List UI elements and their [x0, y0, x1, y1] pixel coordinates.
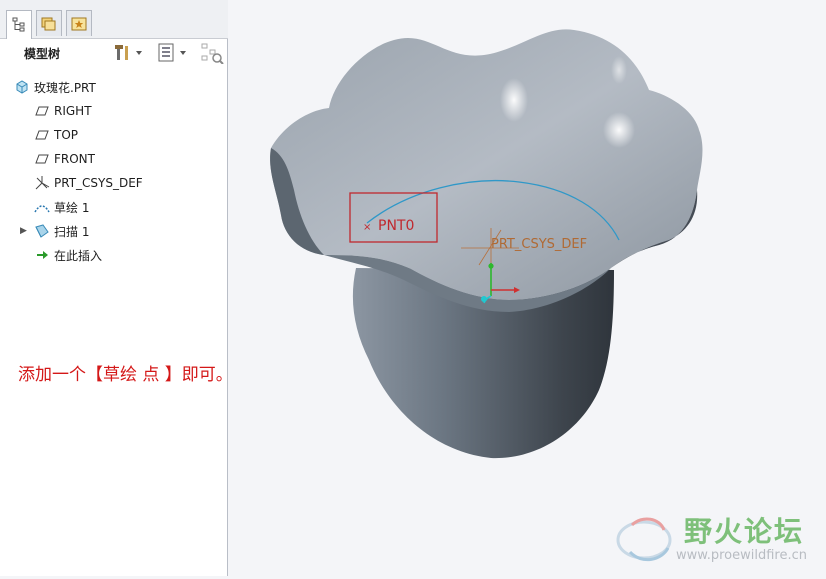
tree-item-front[interactable]: FRONT — [34, 148, 95, 170]
tree-item-label: PRT_CSYS_DEF — [54, 176, 143, 190]
csys-icon — [34, 175, 50, 191]
annotation-text: 添加一个【草绘 点 】即可。 — [18, 365, 233, 385]
tree-item-sweep[interactable]: ▶ 扫描 1 — [20, 220, 89, 242]
model-highlight — [611, 56, 627, 84]
tree-toolbar: 模型树 — [0, 39, 228, 69]
datum-plane-icon — [34, 151, 50, 167]
watermark-url: www.proewildfire.cn — [676, 548, 807, 563]
tab-favorites[interactable] — [66, 10, 92, 36]
datum-plane-icon — [34, 103, 50, 119]
forum-watermark: 野火论坛 www.proewildfire.cn — [612, 510, 824, 574]
favorites-icon — [71, 17, 87, 30]
tree-item-label: 草绘 1 — [54, 200, 90, 215]
tree-item-csys[interactable]: PRT_CSYS_DEF — [34, 172, 143, 194]
navigator-tabs — [0, 0, 228, 39]
tree-item-label: 在此插入 — [54, 248, 103, 263]
model-view[interactable]: PRT_CSYS_DEF × PNT0 — [229, 0, 826, 576]
datum-plane-icon — [34, 127, 50, 143]
model-tree-icon — [12, 17, 25, 32]
tree-item-label: FRONT — [54, 152, 95, 166]
tools-icon — [115, 45, 142, 60]
tab-model-tree[interactable] — [6, 10, 32, 39]
insert-arrow-icon — [34, 247, 50, 263]
model-inner-surface — [270, 29, 703, 300]
graphics-viewport[interactable]: PRT_CSYS_DEF × PNT0 — [229, 0, 826, 576]
point-marker-icon: × — [363, 222, 371, 233]
tree-item-label: TOP — [54, 128, 79, 142]
settings-button[interactable] — [114, 42, 144, 64]
tree-item-root-part[interactable]: 玫瑰花.PRT — [14, 76, 96, 98]
sketch-icon — [34, 199, 50, 215]
model-tree-panel: 模型树 玫瑰花.PRT RIGHT TOP FRONT PRT_CSYS_DEF… — [0, 0, 233, 576]
csys-label: PRT_CSYS_DEF — [491, 237, 587, 252]
model-highlight — [500, 78, 528, 122]
tree-item-right[interactable]: RIGHT — [34, 100, 92, 122]
tree-item-label: RIGHT — [54, 104, 92, 118]
show-button[interactable] — [157, 42, 189, 64]
model-tree-title: 模型树 — [24, 47, 61, 61]
tree-item-sketch[interactable]: 草绘 1 — [34, 196, 89, 218]
tree-item-top[interactable]: TOP — [34, 124, 78, 146]
list-icon — [158, 43, 186, 62]
filter-button[interactable] — [200, 42, 224, 64]
tab-folder-browser[interactable] — [36, 10, 62, 36]
model-highlight — [603, 112, 635, 148]
folder-browser-icon — [41, 17, 56, 30]
watermark-logo-icon — [616, 517, 672, 562]
watermark-title: 野火论坛 — [684, 515, 805, 548]
part-icon — [14, 79, 30, 95]
tree-item-insert-here[interactable]: 在此插入 — [34, 244, 102, 266]
expand-arrow-icon[interactable]: ▶ — [20, 226, 30, 236]
point-label: PNT0 — [378, 218, 414, 234]
tree-item-label: 扫描 1 — [54, 224, 90, 239]
tree-item-label: 玫瑰花.PRT — [34, 80, 96, 95]
sweep-icon — [34, 223, 50, 239]
filter-icon — [201, 43, 224, 64]
